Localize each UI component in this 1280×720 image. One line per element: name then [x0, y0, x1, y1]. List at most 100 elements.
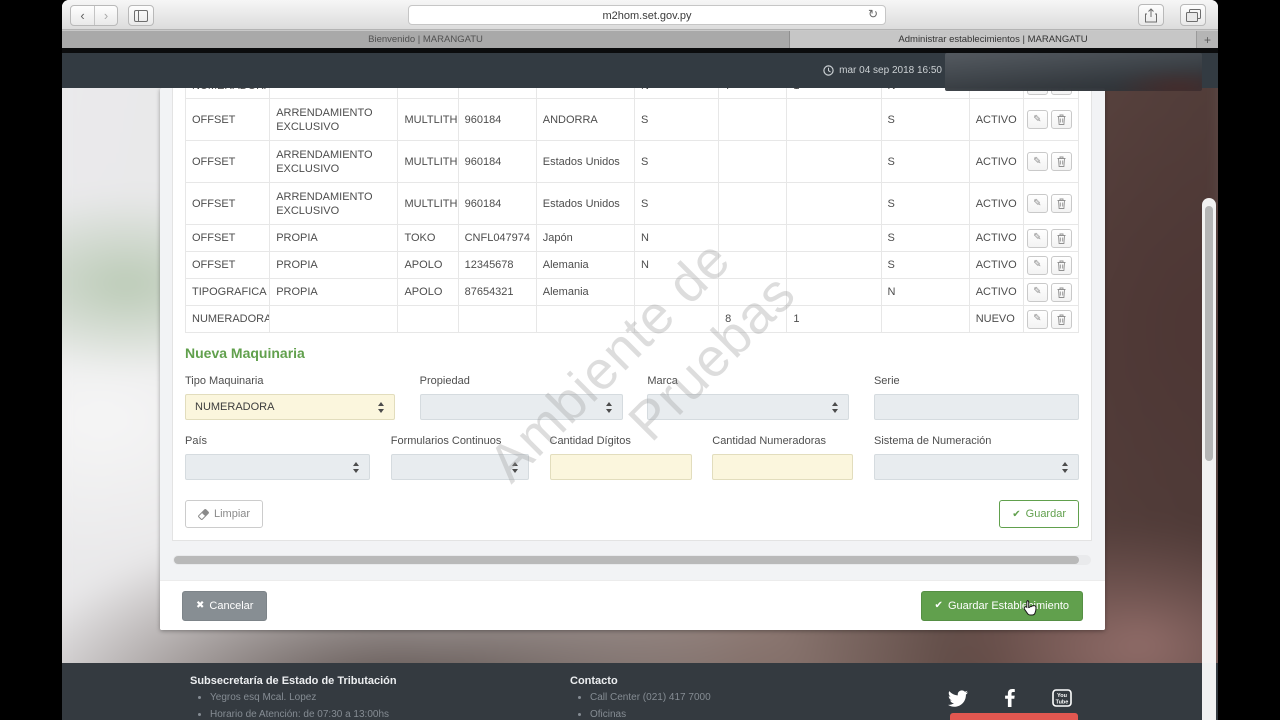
footer-contact-title: Contacto	[570, 675, 850, 687]
cell-serie: CNFL047974	[458, 225, 536, 252]
cell-formularios-continuos: S	[634, 141, 718, 183]
browser-toolbar: ‹ › m2hom.set.gov.py ↻	[62, 0, 1218, 30]
cell-sistema-numeracion: S	[881, 141, 969, 183]
forward-button[interactable]: ›	[94, 6, 117, 25]
vertical-scrollbar-thumb[interactable]	[1205, 206, 1213, 461]
cancelar-button[interactable]: ✖ Cancelar	[182, 591, 267, 621]
edit-row-button[interactable]: ✎	[1027, 310, 1048, 329]
tipo-maquinaria-field: Tipo Maquinaria NUMERADORA	[185, 375, 395, 420]
footer-institution-column: Subsecretaría de Estado de Tributación Y…	[190, 675, 520, 720]
cell-cantidad-digitos	[719, 252, 787, 279]
delete-row-button[interactable]	[1051, 110, 1072, 129]
new-tab-button[interactable]: +	[1196, 31, 1218, 48]
cell-propiedad	[270, 306, 398, 333]
delete-row-button[interactable]	[1051, 229, 1072, 248]
cell-cantidad-digitos	[719, 183, 787, 225]
edit-row-button[interactable]: ✎	[1027, 194, 1048, 213]
cell-estado: ACTIVO	[969, 252, 1023, 279]
pencil-icon: ✎	[1033, 260, 1041, 270]
limpiar-button[interactable]: Limpiar	[185, 500, 263, 528]
cell-pais: Estados Unidos	[536, 141, 634, 183]
cell-tipo-maquinaria: OFFSET	[186, 252, 270, 279]
nueva-maquinaria-title: Nueva Maquinaria	[185, 345, 1079, 361]
address-bar[interactable]: m2hom.set.gov.py ↻	[408, 5, 886, 25]
delete-row-button[interactable]	[1051, 256, 1072, 275]
serie-label: Serie	[874, 375, 1079, 387]
cell-acciones: ✎	[1023, 141, 1078, 183]
sidebar-toggle-button[interactable]	[128, 5, 154, 26]
footer-offices-item: Oficinas	[590, 709, 850, 720]
cantidad-numeradoras-input[interactable]	[712, 454, 853, 480]
footer-alert-button[interactable]	[950, 713, 1078, 720]
edit-row-button[interactable]: ✎	[1027, 229, 1048, 248]
cell-acciones: ✎	[1023, 306, 1078, 333]
cell-serie: 960184	[458, 141, 536, 183]
cell-marca	[398, 306, 458, 333]
serie-field: Serie	[874, 375, 1079, 420]
back-button[interactable]: ‹	[71, 6, 94, 25]
vertical-scrollbar[interactable]	[1202, 198, 1216, 720]
cell-estado: ACTIVO	[969, 99, 1023, 141]
table-row: OFFSETPROPIATOKOCNFL047974JapónNSACTIVO✎	[186, 225, 1079, 252]
delete-row-button[interactable]	[1051, 152, 1072, 171]
cancelar-label: Cancelar	[209, 600, 253, 612]
cantidad-digitos-field: Cantidad Dígitos	[550, 435, 692, 480]
cell-formularios-continuos: S	[634, 183, 718, 225]
edit-row-button[interactable]: ✎	[1027, 283, 1048, 302]
updown-arrows-icon	[377, 402, 385, 413]
cell-cantidad-digitos	[719, 141, 787, 183]
guardar-establecimiento-button[interactable]: ✔ Guardar Establecimiento	[921, 591, 1083, 621]
cell-tipo-maquinaria: NUMERADORA	[186, 306, 270, 333]
delete-row-button[interactable]	[1051, 194, 1072, 213]
guardar-label: Guardar	[1026, 508, 1066, 520]
reload-icon[interactable]: ↻	[868, 7, 878, 21]
serie-input[interactable]	[874, 394, 1079, 420]
share-icon	[1145, 8, 1157, 23]
cell-cantidad-numeradoras	[787, 279, 881, 306]
svg-text:Tube: Tube	[1056, 700, 1069, 706]
delete-row-button[interactable]	[1051, 283, 1072, 302]
cell-pais	[536, 88, 634, 99]
maquinarias-table-body: NUMERADORAN71N✎OFFSETARRENDAMIENTO EXCLU…	[186, 88, 1079, 333]
guardar-maquinaria-button[interactable]: ✔ Guardar	[999, 500, 1079, 528]
sistema-numeracion-select[interactable]	[874, 454, 1079, 480]
cell-tipo-maquinaria: OFFSET	[186, 225, 270, 252]
propiedad-label: Propiedad	[420, 375, 623, 387]
delete-row-button[interactable]	[1051, 310, 1072, 329]
edit-row-button[interactable]: ✎	[1027, 110, 1048, 129]
cell-formularios-continuos	[634, 279, 718, 306]
cell-serie: 960184	[458, 183, 536, 225]
cell-estado: ACTIVO	[969, 141, 1023, 183]
horizontal-scrollbar[interactable]	[173, 555, 1091, 565]
tipo-maquinaria-select[interactable]: NUMERADORA	[185, 394, 395, 420]
cell-pais	[536, 306, 634, 333]
cell-cantidad-numeradoras	[787, 183, 881, 225]
edit-row-button[interactable]: ✎	[1027, 256, 1048, 275]
tab-administrar-establecimientos[interactable]: Administrar establecimientos | MARANGATU	[790, 31, 1196, 48]
cantidad-digitos-input[interactable]	[550, 454, 692, 480]
edit-row-button[interactable]: ✎	[1027, 152, 1048, 171]
updown-arrows-icon	[352, 462, 360, 473]
tabs-overview-button[interactable]	[1180, 4, 1206, 26]
x-icon: ✖	[196, 600, 204, 611]
cell-sistema-numeracion	[881, 306, 969, 333]
pais-field: País	[185, 435, 370, 480]
propiedad-select[interactable]	[420, 394, 623, 420]
cell-serie: 87654321	[458, 279, 536, 306]
share-button[interactable]	[1138, 4, 1164, 26]
horizontal-scrollbar-thumb[interactable]	[174, 556, 1079, 564]
pencil-icon: ✎	[1033, 115, 1041, 125]
form-row-1: Tipo Maquinaria NUMERADORA Propiedad	[185, 375, 1079, 420]
cell-estado: ACTIVO	[969, 279, 1023, 306]
cell-acciones: ✎	[1023, 279, 1078, 306]
cell-cantidad-digitos	[719, 225, 787, 252]
tab-bienvenido[interactable]: Bienvenido | MARANGATU	[62, 31, 790, 48]
marca-select[interactable]	[647, 394, 849, 420]
cell-sistema-numeracion: S	[881, 183, 969, 225]
updown-arrows-icon	[511, 462, 519, 473]
formularios-continuos-label: Formularios Continuos	[391, 435, 529, 447]
pais-select[interactable]	[185, 454, 370, 480]
cell-sistema-numeracion: N	[881, 279, 969, 306]
footer-institution-title: Subsecretaría de Estado de Tributación	[190, 675, 520, 687]
formularios-continuos-select[interactable]	[391, 454, 529, 480]
